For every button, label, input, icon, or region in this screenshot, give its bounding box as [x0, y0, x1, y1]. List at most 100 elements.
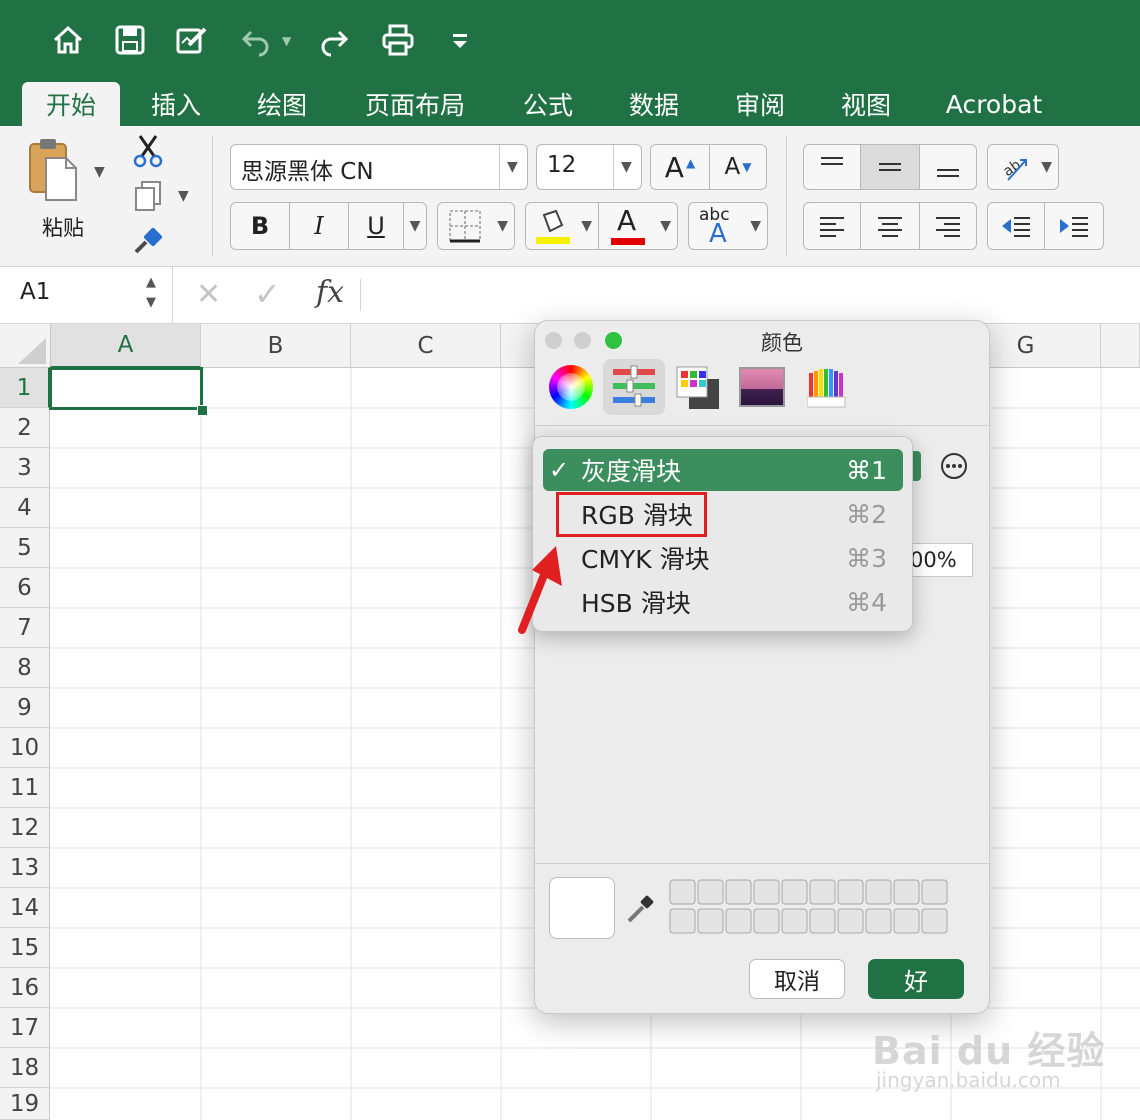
- menu-item-grayscale[interactable]: ✓ 灰度滑块 ⌘1: [543, 449, 903, 491]
- cut-icon[interactable]: [132, 134, 164, 168]
- chevron-down-icon[interactable]: ▼: [146, 295, 156, 310]
- customize-icon[interactable]: [440, 20, 480, 60]
- underline-button[interactable]: U: [348, 202, 404, 250]
- align-right-button[interactable]: [919, 202, 977, 250]
- undo-icon[interactable]: [236, 20, 276, 60]
- borders-button[interactable]: ▼: [437, 202, 515, 250]
- select-all-corner[interactable]: [0, 324, 51, 368]
- tab-page-layout[interactable]: 页面布局: [350, 84, 480, 124]
- paste-icon[interactable]: [26, 136, 82, 202]
- row-header-14[interactable]: 14: [0, 888, 50, 928]
- row-header-9[interactable]: 9: [0, 688, 50, 728]
- orientation-button[interactable]: ab ▼: [987, 144, 1059, 190]
- font-name-dropdown-icon[interactable]: ▼: [507, 159, 518, 175]
- text-orientation-icon: ab: [1000, 157, 1027, 181]
- column-header-c[interactable]: C: [351, 324, 501, 368]
- tab-draw[interactable]: 绘图: [242, 84, 322, 124]
- tab-acrobat[interactable]: Acrobat: [934, 84, 1054, 124]
- bold-button[interactable]: B: [230, 202, 290, 250]
- row-header-3[interactable]: 3: [0, 448, 50, 488]
- tab-insert[interactable]: 插入: [136, 84, 216, 124]
- column-header-a[interactable]: A: [51, 324, 201, 368]
- font-name-box[interactable]: 思源黑体 CN ▼: [230, 144, 528, 190]
- row-header-19[interactable]: 19: [0, 1088, 50, 1120]
- paste-dropdown-icon[interactable]: ▼: [94, 164, 105, 180]
- font-size-dropdown-icon[interactable]: ▼: [621, 159, 632, 175]
- edit-doc-icon[interactable]: [172, 20, 212, 60]
- redo-icon[interactable]: [314, 20, 354, 60]
- paint-bucket-icon: [536, 209, 570, 244]
- column-header-h[interactable]: [1101, 324, 1140, 368]
- current-color-swatch[interactable]: [549, 877, 615, 939]
- align-top-button[interactable]: [803, 144, 861, 190]
- custom-swatches[interactable]: [669, 879, 951, 935]
- row-header-4[interactable]: 4: [0, 488, 50, 528]
- row-header-11[interactable]: 11: [0, 768, 50, 808]
- tab-data[interactable]: 数据: [614, 84, 694, 124]
- format-painter-icon[interactable]: [132, 226, 166, 256]
- row-header-1[interactable]: 1: [0, 368, 50, 408]
- row-header-2[interactable]: 2: [0, 408, 50, 448]
- name-box[interactable]: A1 ▲ ▼: [0, 267, 173, 323]
- fill-handle[interactable]: [197, 405, 208, 416]
- cancel-button[interactable]: 取消: [749, 959, 845, 999]
- undo-dropdown-icon[interactable]: ▼: [282, 34, 291, 48]
- color-palettes-icon[interactable]: [675, 365, 721, 411]
- font-color-button[interactable]: A ▼: [598, 202, 678, 250]
- align-left-button[interactable]: [803, 202, 861, 250]
- tab-view[interactable]: 视图: [826, 84, 906, 124]
- increase-indent-button[interactable]: [1044, 202, 1104, 250]
- opacity-field[interactable]: 00%: [907, 543, 973, 577]
- copy-dropdown-icon[interactable]: ▼: [178, 188, 189, 204]
- function-icon[interactable]: fx: [316, 275, 344, 310]
- eyedropper-icon[interactable]: [623, 891, 657, 925]
- tab-home[interactable]: 开始: [22, 82, 120, 126]
- tab-review[interactable]: 审阅: [720, 84, 800, 124]
- chevron-up-icon[interactable]: ▲: [146, 275, 156, 290]
- color-sliders-tab[interactable]: [603, 359, 665, 415]
- pencils-icon[interactable]: [806, 365, 847, 409]
- column-header-b[interactable]: B: [201, 324, 351, 368]
- cancel-entry-icon[interactable]: ✕: [196, 277, 221, 312]
- align-center-button[interactable]: [860, 202, 920, 250]
- formula-bar: A1 ▲ ▼ ✕ ✓ fx: [0, 267, 1140, 324]
- row-header-8[interactable]: 8: [0, 648, 50, 688]
- print-icon[interactable]: [378, 20, 418, 60]
- menu-item-hsb[interactable]: HSB 滑块 ⌘4: [543, 581, 903, 623]
- text-effects-button[interactable]: abc A ▼: [688, 202, 768, 250]
- row-header-6[interactable]: 6: [0, 568, 50, 608]
- underline-dropdown[interactable]: ▼: [403, 202, 427, 250]
- shrink-font-button[interactable]: A ▼: [709, 144, 767, 190]
- font-size-box[interactable]: 12 ▼: [536, 144, 642, 190]
- selected-cell-a1[interactable]: [49, 367, 203, 410]
- align-middle-button[interactable]: [860, 144, 920, 190]
- more-options-icon[interactable]: [939, 451, 969, 481]
- fill-color-button[interactable]: ▼: [525, 202, 599, 250]
- home-icon[interactable]: [48, 20, 88, 60]
- paste-label[interactable]: 粘贴: [42, 212, 84, 242]
- dialog-title: 颜色: [761, 331, 803, 355]
- decrease-indent-button[interactable]: [987, 202, 1045, 250]
- ok-button[interactable]: 好: [868, 959, 964, 999]
- image-palettes-icon[interactable]: [739, 367, 785, 407]
- menu-item-label: 灰度滑块: [581, 457, 682, 486]
- row-header-10[interactable]: 10: [0, 728, 50, 768]
- row-header-15[interactable]: 15: [0, 928, 50, 968]
- tab-formulas[interactable]: 公式: [508, 84, 588, 124]
- row-header-16[interactable]: 16: [0, 968, 50, 1008]
- row-header-12[interactable]: 12: [0, 808, 50, 848]
- row-header-18[interactable]: 18: [0, 1048, 50, 1088]
- row-header-7[interactable]: 7: [0, 608, 50, 648]
- row-header-13[interactable]: 13: [0, 848, 50, 888]
- copy-icon[interactable]: [134, 180, 162, 212]
- row-header-5[interactable]: 5: [0, 528, 50, 568]
- grow-font-button[interactable]: A ▲: [650, 144, 710, 190]
- row-header-17[interactable]: 17: [0, 1008, 50, 1048]
- menu-item-cmyk[interactable]: CMYK 滑块 ⌘3: [543, 537, 903, 579]
- save-icon[interactable]: [110, 20, 150, 60]
- italic-button[interactable]: I: [289, 202, 349, 250]
- palette-grid-icon: [676, 366, 719, 409]
- align-bottom-button[interactable]: [919, 144, 977, 190]
- confirm-entry-icon[interactable]: ✓: [254, 275, 281, 313]
- color-wheel-icon[interactable]: [549, 365, 593, 409]
